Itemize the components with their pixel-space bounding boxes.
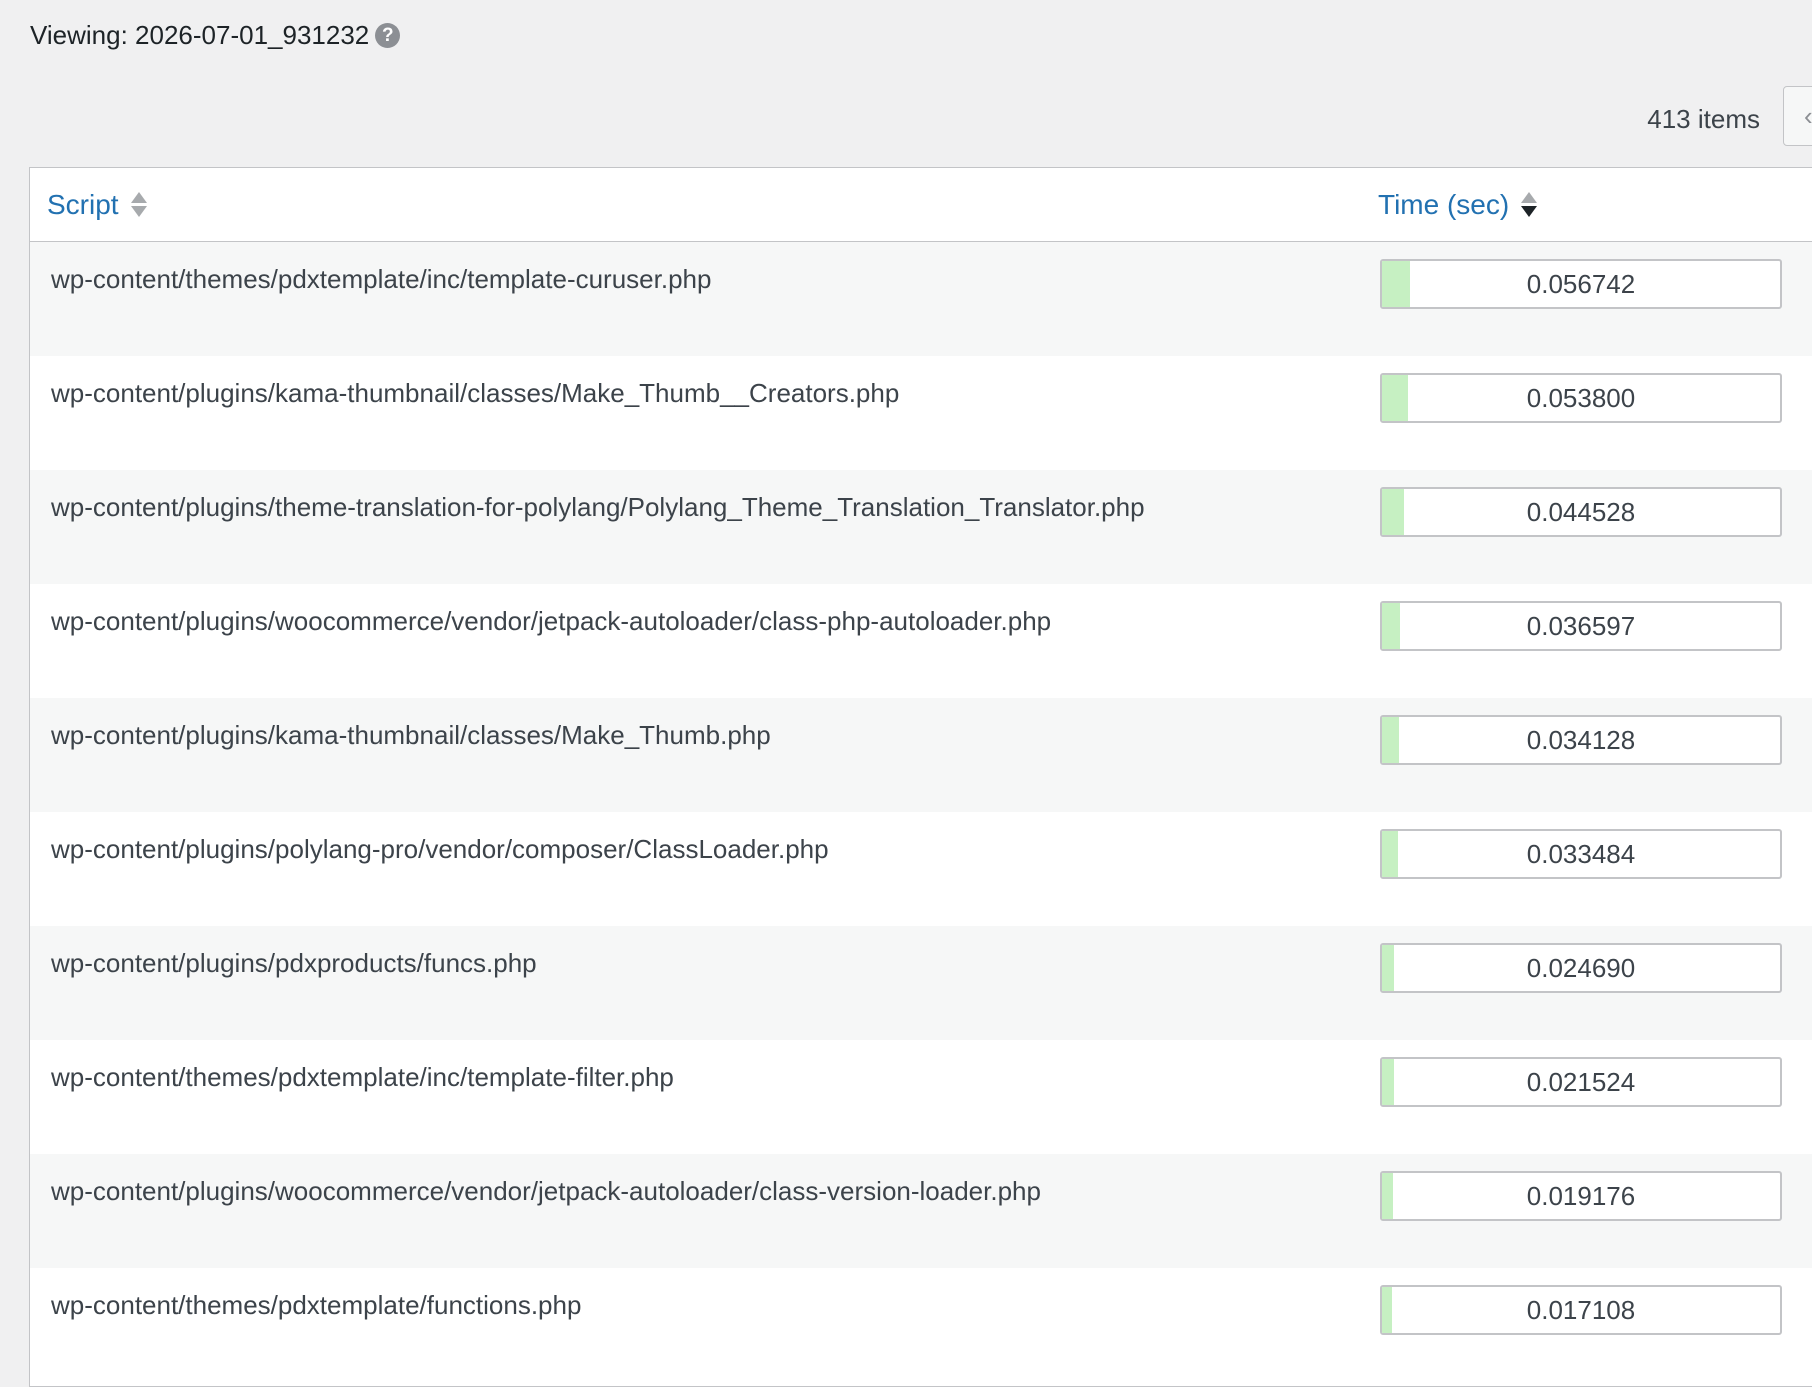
script-path: wp-content/plugins/kama-thumbnail/classe… [51,378,900,408]
script-path: wp-content/plugins/pdxproducts/funcs.php [51,948,537,978]
table-row: wp-content/plugins/theme-translation-for… [30,470,1812,584]
time-bar: 0.034128 [1380,715,1782,765]
column-header-time-label: Time (sec) [1378,188,1510,220]
sort-icon [1521,192,1538,217]
script-path: wp-content/plugins/polylang-pro/vendor/c… [51,834,829,864]
sort-icon [130,192,147,217]
table-row: wp-content/plugins/kama-thumbnail/classe… [30,698,1812,812]
time-value: 0.053800 [1526,383,1636,413]
time-bar: 0.053800 [1380,373,1782,423]
time-bar: 0.024690 [1380,943,1782,993]
time-value: 0.056742 [1526,269,1636,299]
sort-asc-arrow-icon [1521,192,1538,203]
time-bar: 0.056742 [1380,259,1782,309]
time-bar: 0.036597 [1380,601,1782,651]
sort-asc-arrow-icon [130,192,147,203]
column-header-time[interactable]: Time (sec) [1378,168,1538,241]
script-path: wp-content/themes/pdxtemplate/inc/templa… [51,1062,674,1092]
viewing-text: Viewing: 2026-07-01_931232 [30,20,370,50]
time-value: 0.033484 [1526,839,1636,869]
viewing-label: Viewing: 2026-07-01_931232 ? [30,20,401,51]
time-value: 0.021524 [1526,1067,1636,1097]
table-row: wp-content/themes/pdxtemplate/functions.… [30,1268,1812,1382]
time-bar: 0.033484 [1380,829,1782,879]
time-value: 0.044528 [1526,497,1636,527]
column-header-script[interactable]: Script [47,168,147,241]
time-bar: 0.019176 [1380,1171,1782,1221]
script-path: wp-content/themes/pdxtemplate/functions.… [51,1290,582,1320]
time-value: 0.017108 [1526,1295,1636,1325]
time-bar: 0.021524 [1380,1057,1782,1107]
sort-desc-arrow-icon-active [1521,206,1538,217]
time-bar: 0.017108 [1380,1285,1782,1335]
previous-page-button[interactable]: ‹ [1783,86,1812,146]
script-path: wp-content/themes/pdxtemplate/inc/templa… [51,264,712,294]
table-header: Script Time (sec) [30,168,1812,242]
sort-desc-arrow-icon [130,206,147,217]
time-value: 0.034128 [1526,725,1636,755]
chevron-left-icon: ‹ [1804,101,1812,131]
items-count: 413 items [1647,104,1760,134]
scripts-table: Script Time (sec) wp-content/themes/pdxt… [29,167,1812,1387]
time-value: 0.024690 [1526,953,1636,983]
table-row: wp-content/plugins/kama-thumbnail/classe… [30,356,1812,470]
table-row: wp-content/plugins/woocommerce/vendor/je… [30,1154,1812,1268]
time-value: 0.036597 [1526,611,1636,641]
table-row: wp-content/plugins/polylang-pro/vendor/c… [30,812,1812,926]
table-row: wp-content/plugins/pdxproducts/funcs.php… [30,926,1812,1040]
table-row: wp-content/themes/pdxtemplate/inc/templa… [30,242,1812,356]
table-row: wp-content/themes/pdxtemplate/inc/templa… [30,1040,1812,1154]
column-header-script-label: Script [47,188,119,220]
script-path: wp-content/plugins/kama-thumbnail/classe… [51,720,771,750]
table-row: wp-content/plugins/woocommerce/vendor/je… [30,584,1812,698]
time-value: 0.019176 [1526,1181,1636,1211]
question-circle-icon[interactable]: ? [375,23,401,48]
script-path: wp-content/plugins/theme-translation-for… [51,492,1145,522]
script-path: wp-content/plugins/woocommerce/vendor/je… [51,606,1052,636]
time-bar: 0.044528 [1380,487,1782,537]
table-body: wp-content/themes/pdxtemplate/inc/templa… [30,242,1812,1382]
script-path: wp-content/plugins/woocommerce/vendor/je… [51,1176,1041,1206]
